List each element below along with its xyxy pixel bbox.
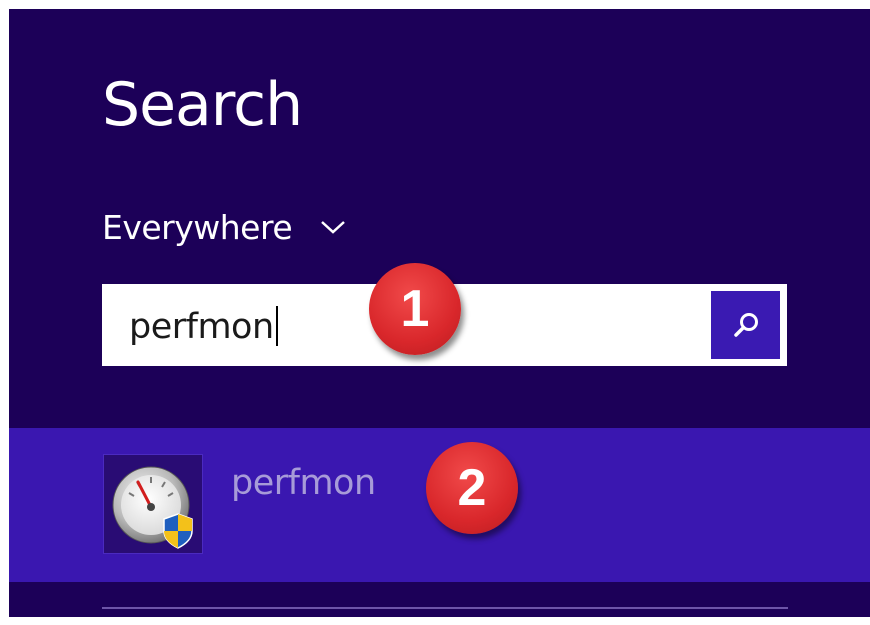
page-title: Search — [102, 70, 303, 140]
text-caret — [275, 306, 278, 346]
result-label: perfmon — [231, 463, 376, 503]
search-input-text: perfmon — [129, 306, 278, 346]
divider — [102, 607, 788, 609]
search-input-value: perfmon — [129, 307, 274, 347]
search-scope-dropdown[interactable]: Everywhere — [102, 207, 346, 247]
search-icon — [733, 313, 758, 337]
performance-gauge-icon — [112, 466, 193, 549]
annotation-badge-2: 2 — [426, 442, 518, 534]
result-icon-tile — [103, 454, 203, 554]
search-button[interactable] — [711, 291, 780, 359]
chevron-down-icon — [321, 221, 345, 234]
annotation-badge-1: 1 — [369, 263, 461, 355]
search-scope-label: Everywhere — [102, 207, 293, 247]
